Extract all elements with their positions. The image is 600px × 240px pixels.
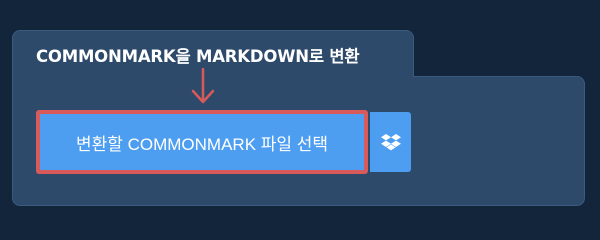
select-file-label: 변환할 COMMONMARK 파일 선택 (75, 134, 329, 154)
arrow-down-icon (191, 68, 215, 104)
dropbox-icon (380, 134, 401, 151)
converter-stage: COMMONMARK을 MARKDOWN로 변환 변환할 COMMONMARK … (0, 0, 600, 230)
dropbox-button[interactable] (370, 112, 411, 172)
select-file-button[interactable]: 변환할 COMMONMARK 파일 선택 (36, 110, 368, 174)
panel-title: COMMONMARK을 MARKDOWN로 변환 (36, 47, 360, 66)
